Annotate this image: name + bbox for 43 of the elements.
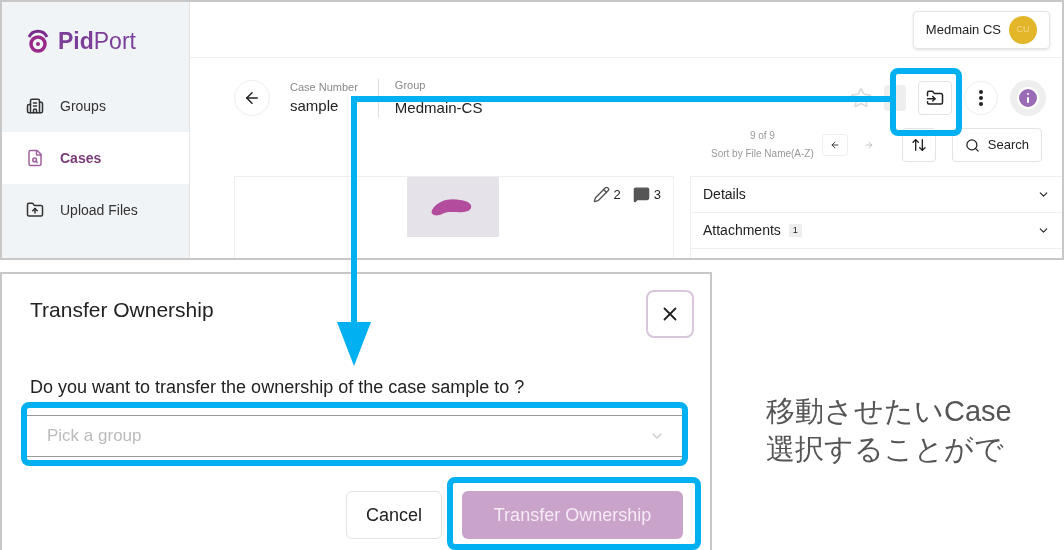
- annotation-note: 選択することがで: [766, 432, 1005, 467]
- folder-arrow-icon: [926, 89, 944, 107]
- sort-button[interactable]: [901, 128, 936, 162]
- count-badge: 1: [788, 223, 802, 238]
- file-card[interactable]: 2 3: [234, 176, 674, 258]
- comment-count: 3: [653, 186, 661, 204]
- logo-icon: [26, 28, 50, 54]
- sidebar-item[interactable]: Upload Files: [2, 184, 189, 236]
- cancel-button[interactable]: Cancel: [346, 491, 442, 539]
- accordion-header[interactable]: Attachments 1: [691, 213, 1062, 249]
- transfer-folder-button[interactable]: [918, 81, 952, 115]
- more-icon: [979, 90, 983, 106]
- comment-icon: [632, 186, 650, 204]
- info-button[interactable]: [1010, 80, 1046, 116]
- sort-icon: [910, 137, 927, 153]
- field-label: Case Number: [290, 79, 358, 95]
- pencil-icon: [592, 186, 610, 204]
- dialog-title: Transfer Ownership: [30, 297, 214, 323]
- field-label: Group: [394, 77, 427, 93]
- accordion-header[interactable]: Details: [691, 177, 1062, 213]
- star-icon[interactable]: [850, 87, 872, 109]
- building-icon: [26, 97, 44, 115]
- document-search-icon: [26, 149, 44, 167]
- user-menu[interactable]: Medmain CS CU: [912, 10, 1050, 49]
- case-number: sample: [290, 96, 340, 116]
- group-name: Medmain-CS: [394, 98, 483, 118]
- user-avatar: CU: [1009, 15, 1037, 44]
- info-icon: [1016, 86, 1040, 110]
- highlight-frame: [890, 68, 962, 136]
- search-icon: [964, 137, 980, 153]
- logo-text: PidPort: [58, 26, 136, 56]
- search-button[interactable]: Search: [951, 128, 1042, 162]
- folder-upload-icon: [26, 201, 44, 219]
- dialog-question: Do you want to transfer the ownership of the case sample to ?: [30, 376, 526, 399]
- close-button[interactable]: [646, 290, 694, 338]
- sidebar-item[interactable]: Cases: [2, 132, 189, 184]
- sidebar-item[interactable]: Groups: [2, 80, 189, 132]
- sort-label: Sort by File Name(A-Z): [711, 147, 814, 161]
- page-position: 9 of 9: [749, 129, 775, 143]
- annotation-note: 移動させたいCase: [766, 394, 1013, 429]
- arrow-left-icon: [829, 140, 840, 150]
- arrow-right-icon: [863, 140, 874, 150]
- annotation-count: 2: [613, 186, 621, 204]
